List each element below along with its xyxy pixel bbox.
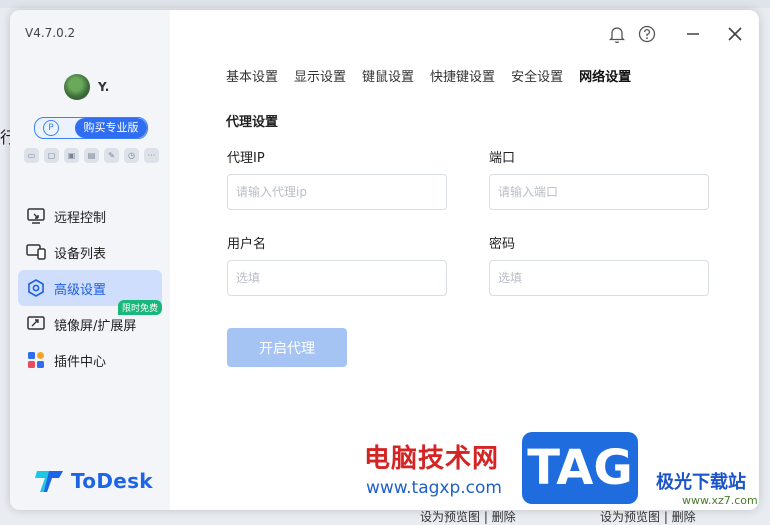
tab-security-settings[interactable]: 安全设置 xyxy=(511,66,563,85)
settings-tabs: 基本设置 显示设置 键鼠设置 快捷键设置 安全设置 网络设置 xyxy=(226,66,647,85)
tab-shortcut-settings[interactable]: 快捷键设置 xyxy=(430,66,495,85)
proxy-section-title: 代理设置 xyxy=(226,115,279,130)
desktop-taskbar-strip xyxy=(0,0,770,8)
monitor-icon[interactable]: ▢ xyxy=(44,148,59,163)
tab-keyboard-mouse-settings[interactable]: 键鼠设置 xyxy=(362,66,414,85)
gamepad-icon[interactable]: ▭ xyxy=(24,148,39,163)
username-label: 用户名 xyxy=(227,237,267,252)
minimize-icon[interactable] xyxy=(683,24,703,44)
watermark-tag-logo: TAG xyxy=(522,432,638,504)
buy-pro-button[interactable]: P 购买专业版 xyxy=(34,117,148,139)
proxy-ip-input[interactable] xyxy=(227,174,447,210)
tab-display-settings[interactable]: 显示设置 xyxy=(294,66,346,85)
device-list-icon xyxy=(26,242,46,262)
username: Y. xyxy=(98,80,110,94)
image-icon[interactable]: ▣ xyxy=(64,148,79,163)
enable-proxy-button[interactable]: 开启代理 xyxy=(227,328,347,367)
port-label: 端口 xyxy=(489,151,516,166)
sidebar-item-device-list[interactable]: 设备列表 xyxy=(18,234,162,270)
password-input[interactable] xyxy=(489,260,709,296)
pen-icon[interactable]: ✎ xyxy=(104,148,119,163)
sidebar-item-label: 远程控制 xyxy=(54,210,107,226)
bell-icon[interactable] xyxy=(607,24,627,44)
proxy-ip-label: 代理IP xyxy=(227,151,265,166)
plugin-center-icon xyxy=(26,350,46,370)
watermark-site-url: www.xz7.com xyxy=(682,494,758,507)
sidebar-nav: 远程控制 设备列表 高级设置 镜像屏/扩展屏 限时免费 插件中心 xyxy=(18,198,162,378)
clock-icon[interactable]: ◷ xyxy=(124,148,139,163)
more-icon[interactable]: ··· xyxy=(144,148,159,163)
sidebar-item-mirror-screen[interactable]: 镜像屏/扩展屏 限时免费 xyxy=(18,300,162,342)
help-icon[interactable] xyxy=(637,24,657,44)
watermark-url: www.tagxp.com xyxy=(366,478,502,498)
todesk-logo: ToDesk xyxy=(35,468,153,494)
remote-control-icon xyxy=(26,206,46,226)
buy-pro-label: 购买专业版 xyxy=(75,118,147,138)
watermark-site-name: 极光下载站 xyxy=(656,472,746,493)
close-icon[interactable] xyxy=(725,24,745,44)
sidebar: V4.7.0.2 Y. P 购买专业版 ▭ ▢ ▣ ▤ ✎ ◷ ··· 远程控制 xyxy=(10,10,170,510)
version-label: V4.7.0.2 xyxy=(25,26,76,40)
username-input[interactable] xyxy=(227,260,447,296)
chat-icon[interactable]: ▤ xyxy=(84,148,99,163)
tab-network-settings[interactable]: 网络设置 xyxy=(579,66,631,85)
watermark-text: 电脑技术网 xyxy=(364,444,500,474)
sidebar-item-label: 高级设置 xyxy=(54,282,107,298)
sidebar-item-remote-control[interactable]: 远程控制 xyxy=(18,198,162,234)
password-label: 密码 xyxy=(489,237,516,252)
sidebar-item-label: 设备列表 xyxy=(54,246,107,262)
quick-tools: ▭ ▢ ▣ ▤ ✎ ◷ ··· xyxy=(24,148,159,163)
todesk-logo-icon xyxy=(35,471,63,492)
avatar[interactable] xyxy=(64,74,90,100)
background-text: 设为预览图 | 删除 xyxy=(600,510,696,524)
sidebar-item-label: 镜像屏/扩展屏 xyxy=(54,318,137,334)
sidebar-item-plugin-center[interactable]: 插件中心 xyxy=(18,342,162,378)
pro-icon: P xyxy=(43,120,59,136)
mirror-screen-icon xyxy=(26,314,46,334)
limited-free-badge: 限时免费 xyxy=(117,300,162,315)
background-text: 设为预览图 | 删除 xyxy=(420,510,516,524)
sidebar-item-label: 插件中心 xyxy=(54,354,107,370)
todesk-logo-text: ToDesk xyxy=(71,469,153,493)
todesk-window: V4.7.0.2 Y. P 购买专业版 ▭ ▢ ▣ ▤ ✎ ◷ ··· 远程控制 xyxy=(10,10,759,510)
advanced-settings-icon xyxy=(26,278,46,298)
tab-basic-settings[interactable]: 基本设置 xyxy=(226,66,278,85)
port-input[interactable] xyxy=(489,174,709,210)
